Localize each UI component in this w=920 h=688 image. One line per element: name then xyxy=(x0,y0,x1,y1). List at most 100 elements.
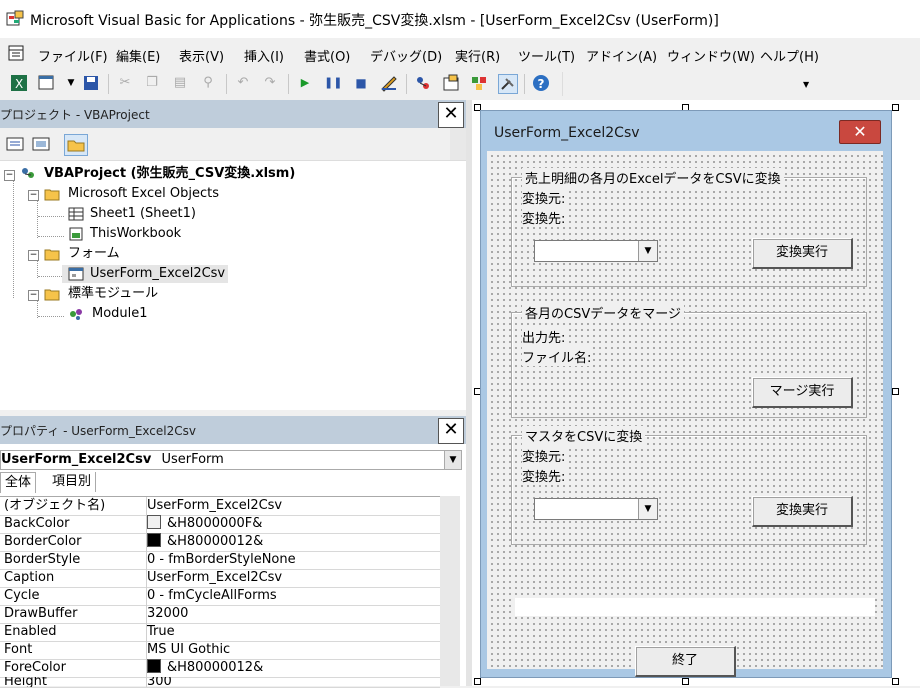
properties-scrollbar[interactable] xyxy=(440,496,460,686)
userform-close-icon[interactable]: ✕ xyxy=(839,120,881,144)
break-icon[interactable]: ❚❚ xyxy=(324,74,342,92)
property-value[interactable]: 0 - fmBorderStyleNone xyxy=(146,551,437,569)
module-icon xyxy=(70,309,82,320)
tree-line xyxy=(38,216,64,217)
property-value[interactable]: True xyxy=(146,623,437,641)
view-code-icon[interactable] xyxy=(4,134,26,154)
property-value-cell[interactable]: &H8000000F& xyxy=(146,515,437,533)
copy-icon[interactable]: ❐ xyxy=(143,74,161,92)
menu-file[interactable]: ファイル(F) xyxy=(38,46,108,65)
help-icon[interactable]: ? xyxy=(532,74,550,92)
menu-run[interactable]: 実行(R) xyxy=(455,46,500,65)
paste-icon[interactable]: ▤ xyxy=(171,74,189,92)
object-selector[interactable]: UserForm_Excel2Csv UserForm ▼ xyxy=(0,450,462,470)
master-convert-button[interactable]: 変換実行 xyxy=(752,496,853,527)
redo-icon[interactable]: ↷ xyxy=(261,74,279,92)
tree-item-userform[interactable]: UserForm_Excel2Csv xyxy=(62,265,228,283)
frame-sales-excel-to-csv[interactable]: 売上明細の各月のExcelデータをCSVに変換 変換元: 変換先: ▼ 変換実行 xyxy=(511,168,867,287)
tree-line xyxy=(37,298,38,318)
tree-label-vbaproject: VBAProject (弥生販売_CSV変換.xlsm) xyxy=(44,166,296,181)
exit-button[interactable]: 終了 xyxy=(635,646,736,677)
menu-tools[interactable]: ツール(T) xyxy=(518,46,575,65)
toolbox-icon[interactable] xyxy=(498,74,518,94)
chevron-down-icon[interactable]: ▼ xyxy=(638,499,657,519)
property-row[interactable]: Font MS UI Gothic xyxy=(0,641,440,660)
menu-window[interactable]: ウィンドウ(W) xyxy=(667,46,755,65)
properties-close-icon[interactable]: ✕ xyxy=(438,418,464,444)
project-tree: − VBAProject (弥生販売_CSV変換.xlsm) − Microso… xyxy=(0,162,466,410)
label-source: 変換元: xyxy=(522,446,566,465)
menu-view[interactable]: 表示(V) xyxy=(179,46,224,65)
insert-userform-icon[interactable] xyxy=(38,74,56,92)
menu-debug[interactable]: デバッグ(D) xyxy=(370,46,442,65)
tree-label-module1: Module1 xyxy=(92,306,148,321)
resize-handle[interactable] xyxy=(474,678,481,685)
menu-edit[interactable]: 編集(E) xyxy=(116,46,160,65)
property-value[interactable]: MS UI Gothic xyxy=(146,641,437,659)
property-value[interactable]: 0 - fmCycleAllForms xyxy=(146,587,437,605)
property-value: &H8000000F& xyxy=(167,516,263,531)
property-value[interactable]: UserForm_Excel2Csv xyxy=(146,497,437,515)
property-value-cell[interactable]: &H80000012& xyxy=(146,533,437,551)
collapse-icon[interactable]: − xyxy=(28,190,39,201)
chevron-down-icon[interactable]: ▼ xyxy=(638,241,657,261)
property-row[interactable]: Caption UserForm_Excel2Csv xyxy=(0,569,440,588)
property-value-cell[interactable]: &H80000012& xyxy=(146,659,437,677)
userform-window[interactable]: UserForm_Excel2Csv ✕ 売上明細の各月のExcelデータをCS… xyxy=(480,110,892,678)
property-row[interactable]: BorderColor &H80000012& xyxy=(0,533,440,552)
insert-dropdown-icon[interactable]: ▼ xyxy=(62,74,80,92)
menu-help[interactable]: ヘルプ(H) xyxy=(760,46,819,65)
master-select-combobox[interactable]: ▼ xyxy=(534,498,658,520)
tab-alphabetic[interactable]: 全体 xyxy=(0,472,37,493)
userform-client-area[interactable]: 売上明細の各月のExcelデータをCSVに変換 変換元: 変換先: ▼ 変換実行… xyxy=(487,151,883,677)
run-icon[interactable]: ▶ xyxy=(296,74,314,92)
resize-handle[interactable] xyxy=(892,104,899,111)
property-row[interactable]: Height 300 xyxy=(0,677,440,688)
chevron-down-icon[interactable]: ▼ xyxy=(444,451,461,469)
cut-icon[interactable]: ✂ xyxy=(116,74,134,92)
reset-icon[interactable]: ■ xyxy=(352,74,370,92)
collapse-icon[interactable]: − xyxy=(4,170,15,181)
module-window-icon[interactable] xyxy=(8,45,24,61)
toggle-folders-icon[interactable] xyxy=(64,134,88,156)
find-icon[interactable]: ⚲ xyxy=(199,74,217,92)
menu-addins[interactable]: アドイン(A) xyxy=(586,46,657,65)
property-row[interactable]: BorderStyle 0 - fmBorderStyleNone xyxy=(0,551,440,570)
undo-icon[interactable]: ↶ xyxy=(234,74,252,92)
tree-line xyxy=(38,236,64,237)
toolbar-options-icon[interactable]: ▼ xyxy=(803,80,809,89)
properties-window-icon[interactable] xyxy=(442,74,460,92)
property-value[interactable]: UserForm_Excel2Csv xyxy=(146,569,437,587)
design-mode-icon[interactable] xyxy=(380,74,398,92)
tab-categorized[interactable]: 項目別 xyxy=(48,472,97,492)
resize-handle[interactable] xyxy=(682,678,689,685)
property-row[interactable]: ForeColor &H80000012& xyxy=(0,659,440,678)
property-row[interactable]: BackColor &H8000000F& xyxy=(0,515,440,534)
convert-button[interactable]: 変換実行 xyxy=(752,238,853,269)
folder-icon xyxy=(44,289,60,301)
resize-handle[interactable] xyxy=(892,388,899,395)
frame-merge-csv[interactable]: 各月のCSVデータをマージ 出力先: ファイル名: マージ実行 xyxy=(511,303,867,418)
project-toolbar-scroll[interactable] xyxy=(450,128,466,160)
frame-master-to-csv[interactable]: マスタをCSVに変換 変換元: 変換先: ▼ 変換実行 xyxy=(511,426,867,545)
project-explorer-icon[interactable] xyxy=(414,74,432,92)
property-row[interactable]: Cycle 0 - fmCycleAllForms xyxy=(0,587,440,606)
excel-view-icon[interactable]: X xyxy=(10,74,28,92)
resize-handle[interactable] xyxy=(892,678,899,685)
merge-button[interactable]: マージ実行 xyxy=(752,377,853,408)
menu-insert[interactable]: 挿入(I) xyxy=(244,46,284,65)
collapse-icon[interactable]: − xyxy=(28,290,39,301)
menu-format[interactable]: 書式(O) xyxy=(304,46,350,65)
save-icon[interactable] xyxy=(82,74,100,92)
property-name: BorderColor xyxy=(4,534,82,549)
project-explorer-title: プロジェクト - VBAProject xyxy=(0,108,150,122)
object-browser-icon[interactable] xyxy=(470,74,488,92)
collapse-icon[interactable]: − xyxy=(28,250,39,261)
month-select-combobox[interactable]: ▼ xyxy=(534,240,658,262)
property-row[interactable]: (オブジェクト名) UserForm_Excel2Csv xyxy=(0,497,440,516)
project-close-icon[interactable]: ✕ xyxy=(438,102,464,128)
property-row[interactable]: DrawBuffer 32000 xyxy=(0,605,440,624)
property-row[interactable]: Enabled True xyxy=(0,623,440,642)
view-object-icon[interactable] xyxy=(30,134,52,154)
property-value[interactable]: 32000 xyxy=(146,605,437,623)
